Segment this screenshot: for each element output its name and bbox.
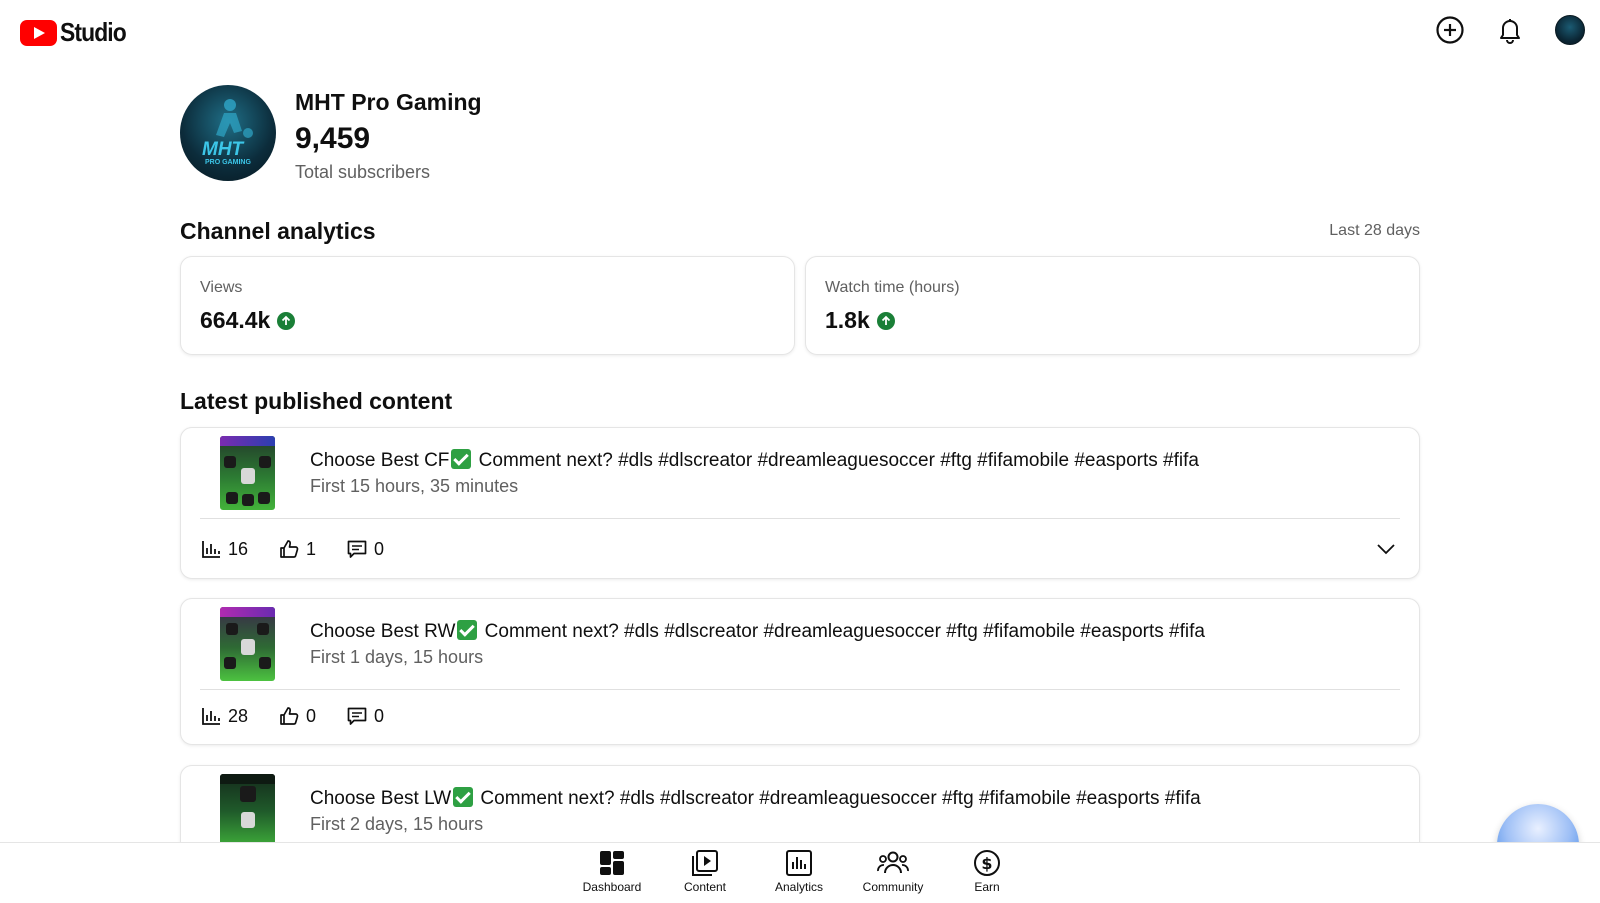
check-mark-icon	[457, 620, 478, 640]
chevron-down-icon	[1377, 544, 1395, 555]
comments-metric: 0	[346, 538, 384, 560]
likes-metric: 0	[278, 705, 316, 727]
divider	[200, 689, 1400, 690]
watch-time-label: Watch time (hours)	[825, 279, 960, 296]
avatar-subtext: PRO GAMING	[205, 159, 251, 166]
bar-chart-icon	[202, 541, 220, 558]
analytics-title: Channel analytics	[180, 218, 376, 244]
create-icon	[1436, 16, 1464, 44]
nav-earn[interactable]: $ Earn	[947, 849, 1027, 901]
check-mark-icon	[451, 449, 472, 469]
community-icon	[877, 851, 909, 874]
subscriber-label: Total subscribers	[295, 162, 431, 182]
expand-button[interactable]	[1375, 538, 1397, 565]
video-thumbnail[interactable]	[220, 607, 275, 681]
views-value-row: 664.4k	[200, 307, 296, 334]
likes-metric: 1	[278, 538, 316, 560]
views-value: 664.4k	[200, 307, 271, 333]
watch-time-value-row: 1.8k	[825, 307, 895, 334]
comment-icon	[347, 540, 367, 558]
notifications-button[interactable]	[1494, 14, 1526, 46]
analytics-period: Last 28 days	[1329, 222, 1420, 239]
video-card[interactable]: Choose Best CF Comment next? #dls #dlscr…	[180, 427, 1420, 579]
watch-time-card[interactable]: Watch time (hours) 1.8k	[805, 256, 1420, 355]
channel-avatar[interactable]: MHT PRO GAMING	[180, 85, 276, 181]
analytics-icon	[786, 850, 812, 876]
divider	[200, 518, 1400, 519]
views-metric: 28	[200, 705, 248, 727]
video-title[interactable]: Choose Best CF Comment next? #dls #dlscr…	[310, 449, 1199, 472]
video-card[interactable]: Choose Best RW Comment next? #dls #dlscr…	[180, 598, 1420, 745]
subscriber-count: 9,459	[295, 122, 371, 155]
youtube-logo-icon	[20, 19, 57, 46]
svg-text:$: $	[981, 854, 992, 873]
bottom-navigation: Dashboard Content Analytics Community $	[0, 842, 1600, 903]
video-metrics: 16 1 0	[200, 538, 414, 560]
thumbs-up-icon	[280, 707, 299, 725]
account-button[interactable]	[1554, 14, 1586, 46]
account-avatar	[1555, 15, 1585, 45]
nav-content[interactable]: Content	[665, 849, 745, 901]
views-label: Views	[200, 279, 243, 296]
logo-text: Studio	[60, 17, 127, 47]
earn-icon: $	[974, 850, 1000, 876]
views-metric: 16	[200, 538, 248, 560]
nav-analytics[interactable]: Analytics	[759, 849, 839, 901]
comment-icon	[347, 707, 367, 725]
views-card[interactable]: Views 664.4k	[180, 256, 795, 355]
nav-dashboard[interactable]: Dashboard	[572, 849, 652, 901]
avatar-mark: MHT	[202, 139, 244, 160]
video-period: First 15 hours, 35 minutes	[310, 476, 519, 496]
top-bar: Studio	[0, 0, 1600, 60]
video-period: First 2 days, 15 hours	[310, 814, 484, 834]
bar-chart-icon	[202, 708, 220, 725]
video-metrics: 28 0 0	[200, 705, 414, 727]
video-title[interactable]: Choose Best LW Comment next? #dls #dlscr…	[310, 787, 1201, 810]
comments-metric: 0	[346, 705, 384, 727]
video-thumbnail[interactable]	[220, 436, 275, 510]
player-silhouette-icon	[216, 99, 253, 138]
dashboard-icon	[600, 851, 624, 875]
notifications-icon	[1500, 19, 1520, 44]
thumbs-up-icon	[280, 540, 299, 558]
create-button[interactable]	[1434, 14, 1466, 46]
youtube-studio-logo[interactable]: Studio	[20, 17, 135, 48]
content-icon	[692, 850, 718, 876]
video-period: First 1 days, 15 hours	[310, 647, 484, 667]
video-thumbnail[interactable]	[220, 774, 275, 848]
trend-up-icon	[277, 311, 296, 330]
video-title[interactable]: Choose Best RW Comment next? #dls #dlscr…	[310, 620, 1205, 643]
latest-content-title: Latest published content	[180, 388, 453, 414]
check-mark-icon	[453, 787, 474, 807]
watch-time-value: 1.8k	[825, 307, 870, 333]
nav-community[interactable]: Community	[853, 849, 933, 901]
trend-up-icon	[876, 311, 895, 330]
channel-name: MHT Pro Gaming	[295, 89, 482, 115]
